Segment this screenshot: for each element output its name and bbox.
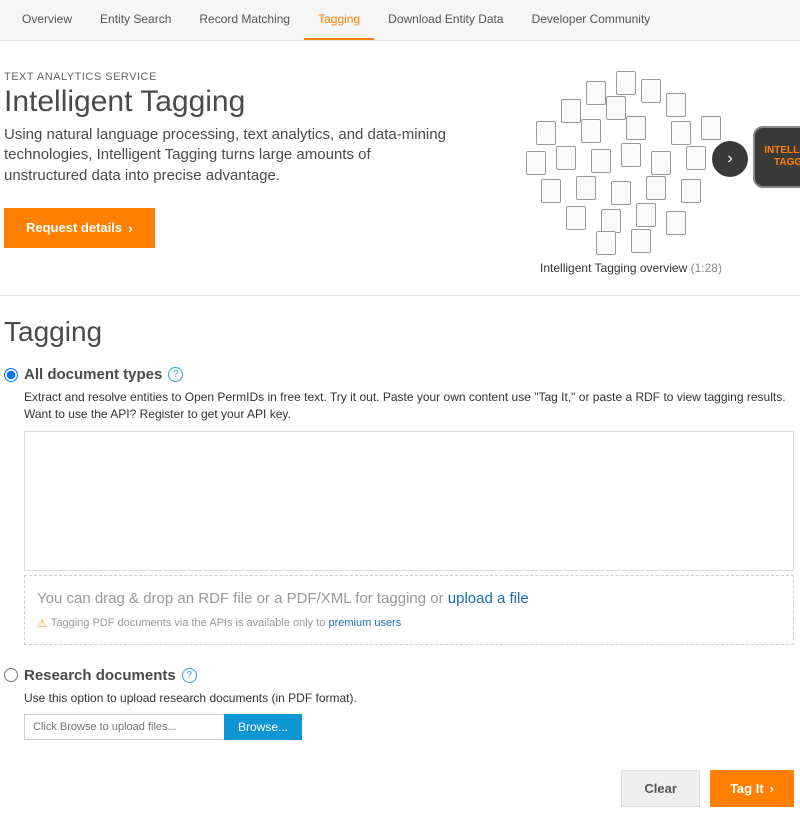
all-document-types-label: All document types bbox=[24, 366, 162, 383]
action-bar: Clear Tag It› bbox=[0, 762, 800, 821]
premium-note: Tagging PDF documents via the APIs is av… bbox=[51, 617, 401, 629]
premium-users-link[interactable]: premium users bbox=[328, 617, 401, 629]
nav-record-matching[interactable]: Record Matching bbox=[185, 0, 304, 40]
section-title: Tagging bbox=[4, 316, 796, 348]
video-caption: Intelligent Tagging overview (1:28) bbox=[466, 261, 796, 275]
document-cloud-graphic: › INTELLIGENTTAGGING bbox=[526, 71, 736, 251]
page-title: Intelligent Tagging bbox=[4, 85, 446, 119]
all-document-types-option: All document types ? Extract and resolve… bbox=[4, 366, 796, 645]
research-documents-option: Research documents ? Use this option to … bbox=[4, 667, 796, 741]
drop-zone[interactable]: You can drag & drop an RDF file or a PDF… bbox=[24, 575, 794, 645]
play-video-button[interactable]: › bbox=[712, 141, 748, 177]
help-icon[interactable]: ? bbox=[182, 668, 197, 683]
warning-icon: ⚠ bbox=[37, 617, 47, 630]
intelligent-tagging-graphic: INTELLIGENTTAGGING bbox=[753, 126, 800, 188]
all-document-types-description: Extract and resolve entities to Open Per… bbox=[24, 389, 796, 423]
request-details-label: Request details bbox=[26, 220, 122, 235]
upload-file-link[interactable]: upload a file bbox=[448, 590, 529, 607]
nav-tagging[interactable]: Tagging bbox=[304, 0, 374, 40]
request-details-button[interactable]: Request details › bbox=[4, 208, 155, 248]
dropzone-text: You can drag & drop an RDF file or a PDF… bbox=[37, 590, 781, 607]
all-document-types-radio[interactable] bbox=[4, 368, 18, 382]
research-documents-radio[interactable] bbox=[4, 668, 18, 682]
help-icon[interactable]: ? bbox=[168, 367, 183, 382]
research-documents-label: Research documents bbox=[24, 667, 176, 684]
hero-eyebrow: TEXT ANALYTICS SERVICE bbox=[4, 71, 446, 83]
nav-overview[interactable]: Overview bbox=[8, 0, 86, 40]
file-path-input[interactable] bbox=[24, 714, 224, 740]
chevron-right-icon: › bbox=[770, 781, 774, 796]
top-nav: Overview Entity Search Record Matching T… bbox=[0, 0, 800, 41]
research-documents-description: Use this option to upload research docum… bbox=[24, 690, 796, 707]
hero-section: TEXT ANALYTICS SERVICE Intelligent Taggi… bbox=[0, 41, 800, 296]
hero-description: Using natural language processing, text … bbox=[4, 125, 446, 186]
browse-button[interactable]: Browse... bbox=[224, 714, 302, 740]
tag-it-button[interactable]: Tag It› bbox=[710, 770, 794, 807]
clear-button[interactable]: Clear bbox=[621, 770, 700, 807]
chevron-right-icon: › bbox=[128, 220, 133, 236]
nav-entity-search[interactable]: Entity Search bbox=[86, 0, 185, 40]
nav-download-entity-data[interactable]: Download Entity Data bbox=[374, 0, 517, 40]
content-textarea[interactable] bbox=[24, 431, 794, 571]
nav-developer-community[interactable]: Developer Community bbox=[518, 0, 665, 40]
